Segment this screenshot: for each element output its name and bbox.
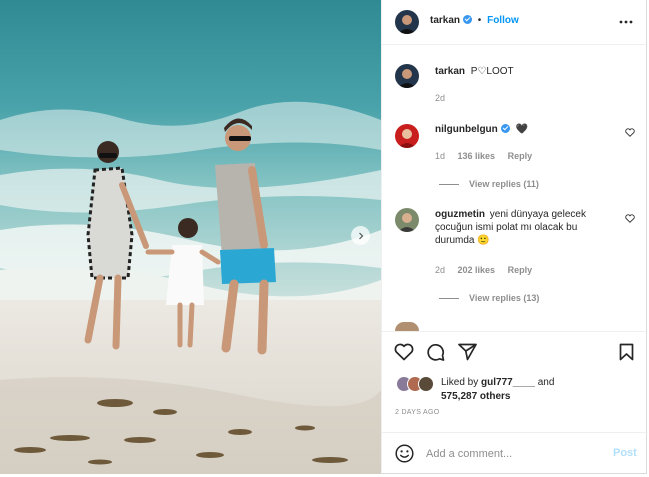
view-replies-button[interactable]: View replies (13) xyxy=(439,293,539,303)
comment-meta: 2d 202 likes Reply xyxy=(435,265,532,275)
comment-avatar-partial[interactable] xyxy=(395,322,419,331)
liked-by-text: Liked by gul777____ and 575,287 others xyxy=(441,376,554,404)
comment-meta: 1d 136 likes Reply xyxy=(435,151,532,161)
add-comment-bar: Post xyxy=(382,432,648,475)
author-avatar[interactable] xyxy=(395,10,419,34)
reply-button[interactable]: Reply xyxy=(508,265,533,275)
caption-text: P♡LOOT xyxy=(470,66,514,77)
comment-likes[interactable]: 202 likes xyxy=(458,265,496,275)
author-username[interactable]: tarkan xyxy=(430,15,460,26)
post-side-panel: tarkan • Follow tarkan P♡LOOT 2d nilgunb… xyxy=(381,0,648,475)
follow-button[interactable]: Follow xyxy=(487,15,519,26)
comment-body: oguzmetin yeni dünyaya gelecek çocuğun i… xyxy=(435,208,605,247)
liked-by-prefix: Liked by xyxy=(441,377,479,388)
comment-age: 2d xyxy=(435,265,446,275)
caption-author-avatar[interactable] xyxy=(395,64,419,88)
liked-by-count[interactable]: 575,287 others xyxy=(441,391,511,402)
comment-username[interactable]: nilgunbelgun xyxy=(435,124,498,135)
liker-avatar xyxy=(418,376,434,392)
caption-username[interactable]: tarkan xyxy=(435,66,465,77)
comment-body: nilgunbelgun 🖤 xyxy=(435,124,528,135)
comment-input[interactable] xyxy=(426,445,601,463)
view-replies-label: View replies (11) xyxy=(469,179,539,189)
comment-text-line: çocuğun ismi polat mı olacak bu xyxy=(435,222,578,233)
post-header: tarkan • Follow xyxy=(382,0,648,45)
beach-family-photo xyxy=(0,0,381,474)
caption-age: 2d xyxy=(435,93,446,103)
comment-text-line: yeni dünyaya gelecek xyxy=(489,209,586,220)
comment-icon[interactable] xyxy=(426,343,445,362)
verified-badge-icon xyxy=(463,15,473,24)
view-replies-button[interactable]: View replies (11) xyxy=(439,179,539,189)
comment-avatar[interactable] xyxy=(395,208,419,232)
liked-by-user[interactable]: gul777____ xyxy=(481,377,535,388)
comment-like-heart-icon[interactable] xyxy=(625,214,635,223)
comment-avatar[interactable] xyxy=(395,124,419,148)
liked-by-conj: and xyxy=(537,377,555,388)
caption: tarkan P♡LOOT xyxy=(435,66,514,77)
comment-like-heart-icon[interactable] xyxy=(625,128,635,137)
comment-age: 1d xyxy=(435,151,446,161)
post-comment-button[interactable]: Post xyxy=(613,447,637,459)
emoji-icon[interactable] xyxy=(395,444,414,463)
comment-text: 🖤 xyxy=(515,124,528,135)
chevron-right-icon xyxy=(358,232,363,239)
comment-text-line: durumda 🙂 xyxy=(435,235,490,246)
bookmark-icon[interactable] xyxy=(619,343,634,361)
liked-by-avatars[interactable] xyxy=(396,376,440,392)
view-replies-dash xyxy=(439,298,459,300)
author-line: tarkan • Follow xyxy=(430,15,519,26)
view-replies-dash xyxy=(439,184,459,186)
next-photo-button[interactable] xyxy=(351,226,370,245)
reply-button[interactable]: Reply xyxy=(508,151,533,161)
comment-likes[interactable]: 136 likes xyxy=(458,151,496,161)
verified-badge-icon xyxy=(500,124,510,133)
post-photo[interactable] xyxy=(0,0,381,474)
share-icon[interactable] xyxy=(458,343,477,361)
view-replies-label: View replies (13) xyxy=(469,293,540,303)
heart-icon[interactable] xyxy=(394,343,414,361)
more-horizontal-icon[interactable] xyxy=(619,19,633,25)
follow-separator: • xyxy=(477,15,482,26)
comment-username[interactable]: oguzmetin xyxy=(435,209,485,220)
post-timestamp[interactable]: 2 DAYS AGO xyxy=(395,409,440,416)
